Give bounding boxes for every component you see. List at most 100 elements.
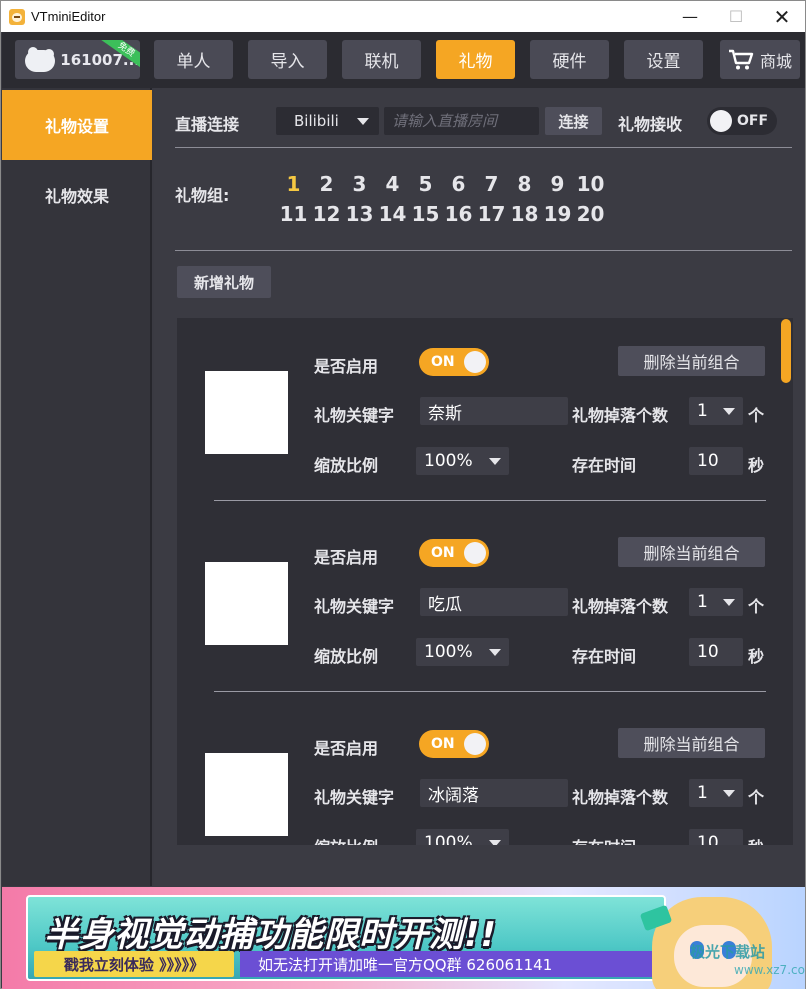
- enable-label: 是否启用: [314, 548, 379, 567]
- enable-toggle[interactable]: ON: [419, 348, 489, 376]
- group-number[interactable]: 17: [475, 202, 508, 226]
- chevron-down-icon: [723, 790, 735, 797]
- group-number[interactable]: 12: [310, 202, 343, 226]
- group-number[interactable]: 2: [310, 172, 343, 196]
- tab-online[interactable]: 联机: [342, 40, 421, 79]
- duration-input[interactable]: 10: [689, 447, 743, 475]
- tab-single[interactable]: 单人: [154, 40, 233, 79]
- top-nav: 161007... 免费 单人 导入 联机 礼物 硬件 设置 商城: [2, 32, 805, 88]
- promo-title: 半身视觉动捕功能限时开测!!: [44, 915, 498, 955]
- scale-select[interactable]: 100%: [416, 447, 509, 475]
- toggle-state: ON: [431, 354, 455, 370]
- drop-count-select[interactable]: 1: [689, 779, 743, 807]
- group-number[interactable]: 8: [508, 172, 541, 196]
- enable-toggle[interactable]: ON: [419, 730, 489, 758]
- tab-hardware[interactable]: 硬件: [530, 40, 609, 79]
- keyword-input[interactable]: 冰阔落: [420, 779, 568, 807]
- duration-label: 存在时间: [572, 834, 636, 845]
- tab-gift[interactable]: 礼物: [436, 40, 515, 79]
- group-number[interactable]: 19: [541, 202, 574, 226]
- gift-receive-toggle[interactable]: OFF: [707, 107, 777, 135]
- group-number[interactable]: 6: [442, 172, 475, 196]
- sidebar: 礼物设置 礼物效果: [2, 88, 152, 886]
- duration-label: 存在时间: [572, 456, 637, 475]
- group-number[interactable]: 7: [475, 172, 508, 196]
- scale-value: 100%: [424, 833, 473, 845]
- drop-count-value: 1: [697, 783, 708, 803]
- tab-settings[interactable]: 设置: [624, 40, 703, 79]
- chevron-down-icon: [357, 118, 369, 125]
- promo-panel: 半身视觉动捕功能限时开测!! 戳我立刻体验 》》》》》 如无法打开请加唯一官方Q…: [26, 895, 666, 981]
- group-number[interactable]: 18: [508, 202, 541, 226]
- delete-combination-button[interactable]: 删除当前组合: [618, 346, 765, 376]
- gift-list: 是否启用 ON 删除当前组合 礼物关键字 奈斯 礼物掉落个数 1 个 缩放比例 …: [177, 318, 793, 845]
- group-number[interactable]: 5: [409, 172, 442, 196]
- minimize-button[interactable]: —: [667, 1, 713, 32]
- delete-combination-button[interactable]: 删除当前组合: [618, 537, 765, 567]
- drop-count-select[interactable]: 1: [689, 397, 743, 425]
- drop-unit: 个: [748, 788, 765, 807]
- group-number[interactable]: 13: [343, 202, 376, 226]
- sidebar-item-gift-settings[interactable]: 礼物设置: [2, 90, 152, 160]
- gift-image[interactable]: [205, 371, 288, 454]
- group-number[interactable]: 20: [574, 202, 607, 226]
- scale-select[interactable]: 100%: [416, 829, 509, 845]
- delete-combination-button[interactable]: 删除当前组合: [618, 728, 765, 758]
- scrollbar-thumb[interactable]: [781, 319, 791, 383]
- cart-icon: [728, 49, 754, 69]
- tab-import[interactable]: 导入: [248, 40, 327, 79]
- group-number[interactable]: 16: [442, 202, 475, 226]
- drop-count-label: 礼物掉落个数: [572, 597, 669, 616]
- group-number[interactable]: 14: [376, 202, 409, 226]
- chevron-down-icon: [723, 599, 735, 606]
- group-number[interactable]: 4: [376, 172, 409, 196]
- connect-button[interactable]: 连接: [545, 107, 602, 135]
- enable-label: 是否启用: [314, 357, 379, 376]
- group-number[interactable]: 10: [574, 172, 607, 196]
- drop-count-label: 礼物掉落个数: [572, 406, 669, 425]
- group-number[interactable]: 9: [541, 172, 574, 196]
- watermark-url: www.xz7.com: [734, 963, 805, 977]
- chevron-down-icon: [489, 649, 501, 656]
- gift-image[interactable]: [205, 562, 288, 645]
- room-input[interactable]: [384, 107, 539, 135]
- divider: [175, 147, 792, 148]
- duration-input[interactable]: 10: [689, 829, 743, 845]
- scale-value: 100%: [424, 451, 473, 471]
- group-number[interactable]: 11: [277, 202, 310, 226]
- app-logo-icon: [9, 8, 25, 25]
- list-item: 是否启用 ON 删除当前组合 礼物关键字 吃瓜 礼物掉落个数 1 个 缩放比例 …: [177, 509, 793, 700]
- main-panel: 直播连接 Bilibili 连接 礼物接收 OFF 礼物组: 1 2 3 4 5…: [154, 88, 805, 886]
- drop-count-select[interactable]: 1: [689, 588, 743, 616]
- title-bar: VTminiEditor — ☐ ✕: [1, 1, 805, 32]
- duration-unit: 秒: [748, 647, 765, 666]
- promo-banner[interactable]: 半身视觉动捕功能限时开测!! 戳我立刻体验 》》》》》 如无法打开请加唯一官方Q…: [2, 887, 805, 989]
- platform-select[interactable]: Bilibili: [276, 107, 379, 135]
- duration-unit: 秒: [748, 834, 764, 845]
- shop-button[interactable]: 商城: [720, 40, 800, 79]
- keyword-input[interactable]: 奈斯: [420, 397, 568, 425]
- maximize-button[interactable]: ☐: [713, 1, 759, 32]
- group-number[interactable]: 15: [409, 202, 442, 226]
- user-account-button[interactable]: 161007... 免费: [15, 40, 140, 79]
- promo-cta-button[interactable]: 戳我立刻体验 》》》》》: [34, 951, 234, 977]
- duration-input[interactable]: 10: [689, 638, 743, 666]
- window-title: VTminiEditor: [31, 9, 106, 24]
- group-number[interactable]: 3: [343, 172, 376, 196]
- scale-select[interactable]: 100%: [416, 638, 509, 666]
- close-button[interactable]: ✕: [759, 1, 805, 32]
- platform-value: Bilibili: [294, 112, 339, 130]
- scale-label: 缩放比例: [314, 456, 379, 475]
- drop-count-value: 1: [697, 592, 708, 612]
- duration-label: 存在时间: [572, 647, 637, 666]
- add-gift-button[interactable]: 新增礼物: [177, 266, 271, 298]
- list-item: 是否启用 ON 删除当前组合 礼物关键字 冰阔落 礼物掉落个数 1 个 缩放比例…: [177, 700, 793, 845]
- enable-toggle[interactable]: ON: [419, 539, 489, 567]
- sidebar-item-gift-effects[interactable]: 礼物效果: [2, 160, 152, 230]
- watermark-text: 极光下载站: [690, 943, 766, 961]
- group-number[interactable]: 1: [277, 172, 310, 196]
- keyword-input[interactable]: 吃瓜: [420, 588, 568, 616]
- gift-image[interactable]: [205, 753, 288, 836]
- list-scrollbar[interactable]: [781, 319, 791, 845]
- promo-subtitle: 如无法打开请加唯一官方QQ群 626061141: [240, 951, 660, 977]
